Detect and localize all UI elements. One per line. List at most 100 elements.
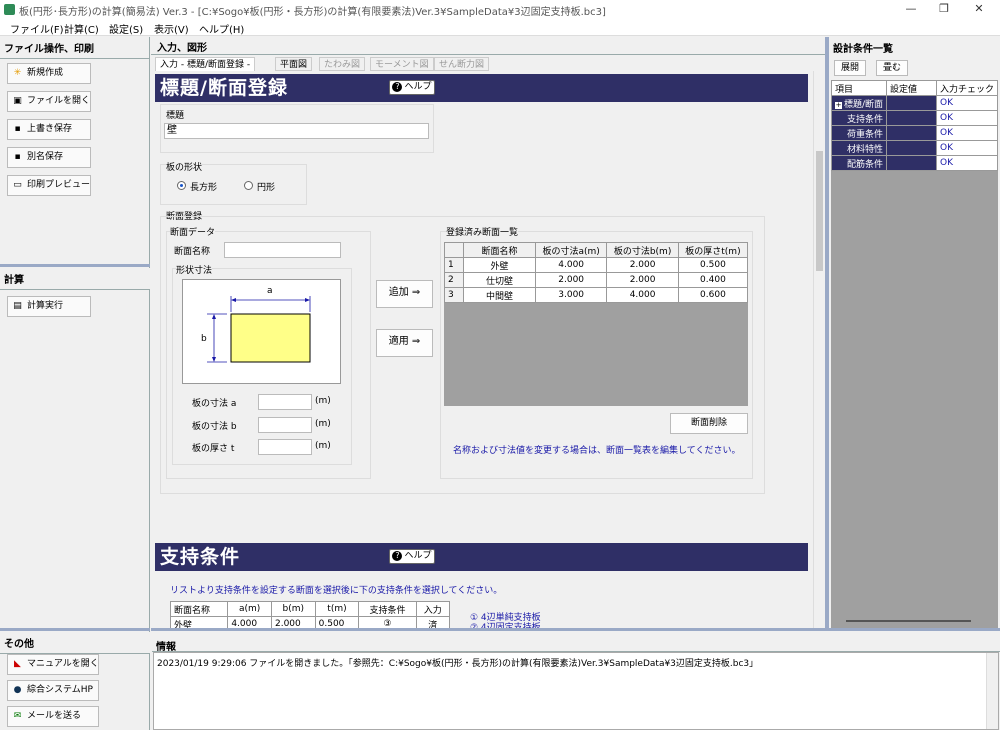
cell-t[interactable]: 0.600	[677, 287, 749, 303]
table-row[interactable]: 配筋条件 OK	[830, 155, 999, 171]
cond-item[interactable]: 材料特性	[830, 140, 888, 156]
section-name-input[interactable]	[224, 242, 341, 258]
dim-a-label: a	[267, 286, 273, 296]
table-row[interactable]: 材料特性 OK	[830, 140, 999, 156]
title-input[interactable]: 壁	[164, 123, 429, 139]
calculate-button[interactable]: ▤ 計算実行	[7, 296, 91, 317]
print-preview-button[interactable]: ▭ 印刷プレビュー	[7, 175, 91, 196]
panel-divider-2[interactable]	[0, 628, 150, 631]
support-header-row: 断面名称 a(m) b(m) t(m) 支持条件 入力	[170, 601, 450, 617]
cell-b[interactable]: 2.000	[606, 257, 679, 273]
delete-section-button[interactable]: 断面削除	[670, 413, 748, 434]
circle-radio[interactable]	[244, 181, 253, 190]
close-button[interactable]: ✕	[964, 1, 994, 17]
app-icon	[4, 4, 15, 15]
menu-calc[interactable]: 計算(C)	[64, 21, 99, 36]
bottom-splitter[interactable]	[151, 628, 1000, 631]
help-button[interactable]: ? ヘルプ	[389, 80, 435, 95]
log-entry: 2023/01/19 9:29:06 ファイルを開きました。「参照先：C:¥So…	[157, 659, 759, 669]
rect-radio[interactable]	[177, 181, 186, 190]
homepage-button[interactable]: ● 綜合システムHP	[7, 680, 99, 701]
minimize-button[interactable]: —	[896, 1, 926, 17]
cell-b[interactable]: 4.000	[606, 287, 679, 303]
table-row[interactable]: 3 中間壁 3.000 4.000 0.600	[444, 287, 749, 303]
cond-item[interactable]: + 標題/断面	[830, 95, 888, 111]
cell-a[interactable]: 4.000	[534, 257, 608, 273]
section-title-banner: 標題/断面登録 ? ヘルプ	[155, 74, 808, 102]
section-name-label: 断面名称	[174, 247, 211, 257]
send-mail-button[interactable]: ✉ メールを送る	[7, 706, 99, 727]
tab-plan[interactable]: 平面図	[275, 57, 313, 71]
cond-item[interactable]: 荷重条件	[830, 125, 888, 141]
collapse-button[interactable]: 畳む	[876, 60, 908, 76]
tab-input[interactable]: 入力 - 標題/断面登録 -	[155, 57, 256, 71]
add-button[interactable]: 追加 ⇒	[376, 280, 433, 308]
tab-shear[interactable]: せん断力図	[434, 57, 490, 71]
registered-label: 登録済み断面一覧	[446, 225, 519, 238]
thick-input[interactable]	[258, 439, 312, 455]
shape-diagram: a b	[182, 279, 341, 384]
table-row[interactable]: 荷重条件 OK	[830, 125, 999, 141]
dim-b-label: b	[201, 334, 207, 344]
h-scroll-thumb[interactable]	[846, 620, 971, 622]
cell-t[interactable]: 0.500	[677, 257, 749, 273]
size-a-input[interactable]	[258, 394, 312, 410]
cell-b[interactable]: 2.000	[606, 272, 679, 288]
cond-item[interactable]: 配筋条件	[830, 155, 888, 171]
table-row[interactable]: 2 仕切壁 2.000 2.000 0.400	[444, 272, 749, 288]
cond-check: OK	[935, 125, 999, 141]
table-row[interactable]: 1 外壁 4.000 2.000 0.500	[444, 257, 749, 273]
table-header-row: 断面名称 板の寸法a(m) 板の寸法b(m) 板の厚さt(m)	[444, 242, 749, 258]
table-row[interactable]: 支持条件 OK	[830, 110, 999, 126]
menu-settings[interactable]: 設定(S)	[109, 21, 143, 36]
cell-t[interactable]: 0.400	[677, 272, 749, 288]
cond-item-label: 標題/断面	[844, 99, 884, 110]
save-as-button[interactable]: ▪ 別名保存	[7, 147, 91, 168]
expand-button[interactable]: 展開	[834, 60, 866, 76]
new-button[interactable]: ✳ 新規作成	[7, 63, 91, 84]
support-option-2[interactable]: ② 4辺固定支持板	[470, 620, 541, 628]
support-table: 断面名称 a(m) b(m) t(m) 支持条件 入力 外壁 4.000 2.0…	[170, 601, 450, 628]
cond-check: OK	[935, 110, 999, 126]
cond-value	[886, 110, 937, 126]
apply-button[interactable]: 適用 ⇒	[376, 329, 433, 357]
support-help-button[interactable]: ? ヘルプ	[389, 549, 435, 564]
section-title: 標題/断面登録	[160, 77, 288, 99]
content-scrollbar[interactable]	[813, 71, 825, 628]
save-icon: ▪	[14, 124, 21, 134]
tab-deflection[interactable]: たわみ図	[319, 57, 366, 71]
menu-file[interactable]: ファイル(F)	[10, 21, 64, 36]
scroll-thumb[interactable]	[816, 151, 823, 271]
cell-name[interactable]: 中間壁	[463, 287, 536, 303]
cell-name[interactable]: 外壁	[463, 257, 536, 273]
row-number: 3	[444, 287, 464, 303]
maximize-button[interactable]: ❐	[929, 1, 959, 17]
table-row[interactable]: + 標題/断面 OK	[830, 95, 999, 111]
menu-view[interactable]: 表示(V)	[154, 21, 189, 36]
tab-moment[interactable]: モーメント図	[370, 57, 434, 71]
open-manual-button[interactable]: ◣ マニュアルを開く	[7, 654, 99, 675]
table-row[interactable]: 外壁 4.000 2.000 0.500 ③ 済	[170, 616, 450, 628]
cell-a[interactable]: 3.000	[534, 287, 608, 303]
row-number: 2	[444, 272, 464, 288]
support-table-wrap: 断面名称 a(m) b(m) t(m) 支持条件 入力 外壁 4.000 2.0…	[170, 601, 450, 628]
open-file-button[interactable]: ▣ ファイルを開く	[7, 91, 91, 112]
menu-help[interactable]: ヘルプ(H)	[199, 21, 244, 36]
size-b-input[interactable]	[258, 417, 312, 433]
center-header: 入力、図形	[151, 37, 826, 55]
header-cell: a(m)	[227, 601, 272, 617]
cell-name[interactable]: 外壁	[170, 616, 229, 628]
save-button[interactable]: ▪ 上書き保存	[7, 119, 91, 140]
info-log[interactable]: 2023/01/19 9:29:06 ファイルを開きました。「参照先：C:¥So…	[153, 652, 999, 730]
cond-item[interactable]: 支持条件	[830, 110, 888, 126]
log-scrollbar[interactable]	[986, 653, 998, 729]
rect-label: 長方形	[190, 183, 218, 193]
cell-a[interactable]: 2.000	[534, 272, 608, 288]
new-icon: ✳	[13, 68, 22, 78]
edit-note: 名称および寸法値を変更する場合は、断面一覧表を編集してください。	[453, 446, 741, 456]
cell-input: 済	[415, 616, 450, 628]
panel-divider[interactable]	[0, 264, 150, 267]
cell-name[interactable]: 仕切壁	[463, 272, 536, 288]
plus-icon[interactable]: +	[835, 101, 842, 109]
header-cell: 板の寸法a(m)	[534, 242, 608, 258]
